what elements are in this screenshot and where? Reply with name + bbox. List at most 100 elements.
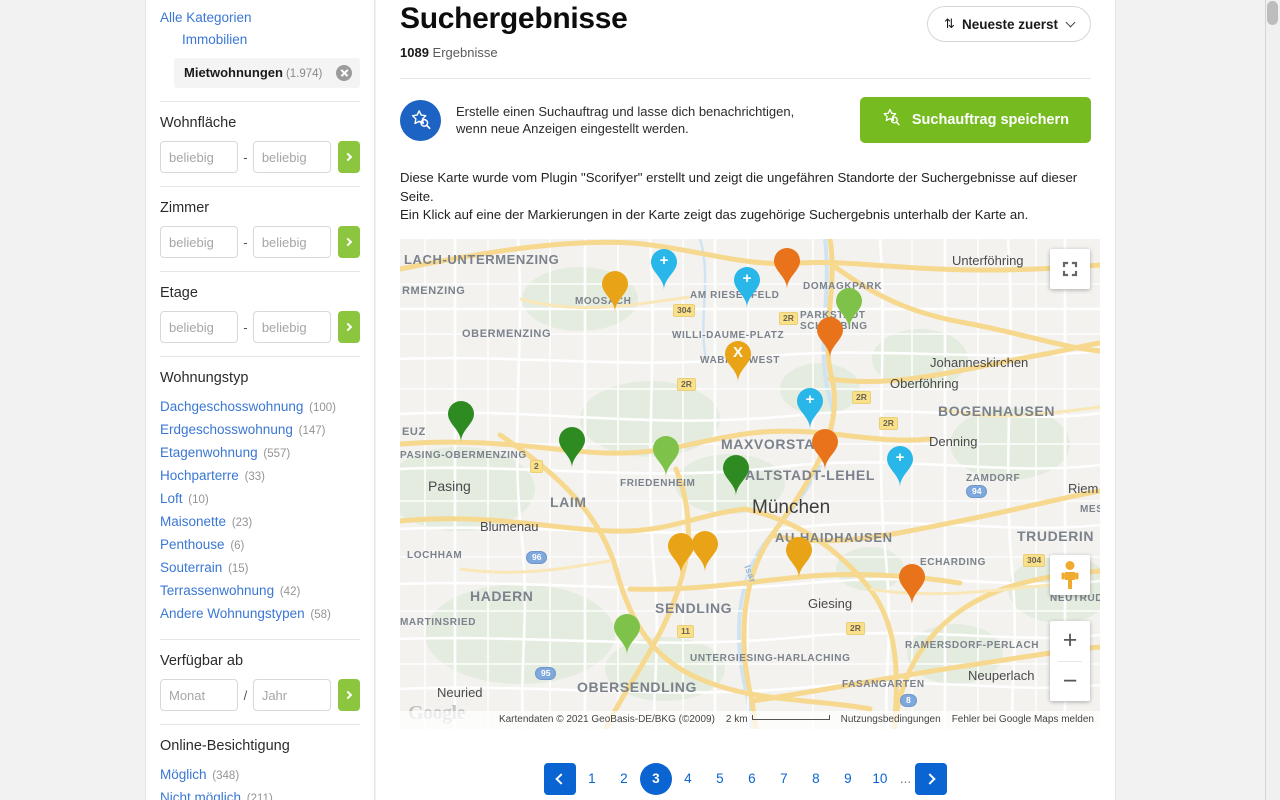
map-marker[interactable]	[690, 530, 720, 572]
verfuegbar-jahr-input[interactable]	[252, 679, 331, 711]
facet-label: Loft	[160, 491, 183, 506]
pagination-prev-button[interactable]	[543, 762, 576, 795]
filter-range-verfuegbar-ab: /	[160, 679, 360, 711]
pagination-page-2[interactable]: 2	[608, 763, 640, 795]
scale-bar-line	[751, 715, 830, 720]
road-shield: 2R	[852, 390, 871, 404]
map-zoom-in-button[interactable]: +	[1050, 621, 1090, 661]
content-inner: Suchergebnisse 1089 Ergebnisse ⇅ Neueste…	[376, 0, 1115, 795]
map-marker[interactable]: +	[795, 387, 825, 429]
facet-andere-wohnungstypen[interactable]: Andere Wohnungstypen (58)	[160, 603, 360, 626]
facet-erdgeschosswohnung[interactable]: Erdgeschosswohnung (147)	[160, 419, 360, 442]
divider	[160, 724, 360, 725]
breadcrumb-alle-kategorien[interactable]: Alle Kategorien	[160, 0, 360, 28]
save-search-button[interactable]: Suchauftrag speichern	[859, 97, 1091, 143]
map-marker-glyph: +	[659, 251, 669, 269]
facet-label: Souterrain	[160, 560, 223, 575]
map-marker[interactable]: +	[885, 445, 915, 487]
breadcrumb-immobilien[interactable]: Immobilien	[160, 28, 360, 50]
map-marker-glyph: +	[742, 269, 752, 287]
pagination-page-1[interactable]: 1	[576, 763, 608, 795]
map-marker[interactable]	[772, 247, 802, 289]
map-street-view-button[interactable]	[1050, 554, 1090, 595]
results-count-word: Ergebnisse	[432, 45, 498, 60]
etage-from-input[interactable]	[160, 311, 238, 343]
zimmer-to-input[interactable]	[252, 226, 331, 258]
map-marker[interactable]: +	[732, 266, 762, 308]
selected-category-label: Mietwohnungen	[184, 65, 283, 80]
main-content: Suchergebnisse 1089 Ergebnisse ⇅ Neueste…	[376, 0, 1116, 800]
map-zoom-out-button[interactable]: −	[1050, 662, 1090, 702]
map-marker[interactable]	[557, 426, 587, 468]
selected-category-chip: Mietwohnungen (1.974)	[174, 58, 360, 88]
pagination-page-6[interactable]: 6	[736, 763, 768, 795]
close-icon[interactable]	[336, 65, 352, 81]
wohnflaeche-apply-button[interactable]	[337, 141, 360, 173]
zimmer-apply-button[interactable]	[337, 226, 360, 258]
pagination-next-button[interactable]	[915, 762, 948, 795]
pagination-page-7[interactable]: 7	[768, 763, 800, 795]
map-marker[interactable]	[600, 270, 630, 312]
map-marker[interactable]: +	[649, 248, 679, 290]
verfuegbar-apply-button[interactable]	[337, 679, 360, 711]
facet-loft[interactable]: Loft (10)	[160, 488, 360, 511]
filter-sidebar: Alle Kategorien Immobilien Mietwohnungen…	[145, 0, 375, 800]
facet-moeglich[interactable]: Möglich (348)	[160, 764, 360, 787]
road-shield: 304	[1023, 553, 1046, 567]
etage-to-input[interactable]	[252, 311, 331, 343]
etage-apply-button[interactable]	[337, 311, 360, 343]
wohnflaeche-to-input[interactable]	[252, 141, 331, 173]
verfuegbar-monat-input[interactable]	[160, 679, 238, 711]
filter-title-zimmer: Zimmer	[160, 200, 210, 216]
road-shield: 2R	[879, 416, 898, 430]
facet-etagenwohnung[interactable]: Etagenwohnung (557)	[160, 442, 360, 465]
facet-souterrain[interactable]: Souterrain (15)	[160, 557, 360, 580]
map-report-error-link[interactable]: Fehler bei Google Maps melden	[952, 714, 1094, 725]
divider	[160, 356, 360, 357]
zimmer-from-input[interactable]	[160, 226, 238, 258]
pagination-page-10[interactable]: 10	[864, 763, 896, 795]
facet-penthouse[interactable]: Penthouse (6)	[160, 534, 360, 557]
facet-maisonette[interactable]: Maisonette (23)	[160, 511, 360, 534]
filter-title-online-besichtigung: Online-Besichtigung	[160, 738, 290, 754]
results-map[interactable]: LACH-UNTERMENZING RMENZING MOOSACH OBERM…	[400, 238, 1100, 729]
map-marker[interactable]	[815, 316, 845, 358]
pagination-page-3[interactable]: 3	[639, 762, 672, 795]
pagination-page-9[interactable]: 9	[832, 763, 864, 795]
map-marker[interactable]	[721, 454, 751, 496]
road-shield: 2	[530, 459, 543, 473]
map-marker[interactable]	[446, 400, 476, 442]
map-fullscreen-button[interactable]	[1050, 248, 1090, 289]
road-shield: 2R	[846, 621, 865, 635]
chevron-right-icon	[343, 152, 353, 162]
pagination-page-8[interactable]: 8	[800, 763, 832, 795]
chevron-right-icon	[343, 690, 353, 700]
facet-count: (348)	[212, 770, 240, 782]
facet-terrassenwohnung[interactable]: Terrassenwohnung (42)	[160, 580, 360, 603]
facet-dachgeschosswohnung[interactable]: Dachgeschosswohnung (100)	[160, 396, 360, 419]
save-search-button-label: Suchauftrag speichern	[911, 112, 1069, 128]
sort-dropdown-button[interactable]: ⇅ Neueste zuerst	[927, 6, 1091, 42]
pagination-page-5[interactable]: 5	[704, 763, 736, 795]
map-terms-link[interactable]: Nutzungsbedingungen	[841, 714, 941, 725]
map-marker[interactable]	[612, 613, 642, 655]
map-marker[interactable]	[651, 435, 681, 477]
facet-hochparterre[interactable]: Hochparterre (33)	[160, 465, 360, 488]
road-shield: 2R	[677, 377, 696, 391]
street-view-pegman-icon	[1061, 560, 1079, 589]
map-marker[interactable]	[897, 563, 927, 605]
facet-count: (10)	[188, 494, 209, 506]
page-scrollbar[interactable]	[1265, 0, 1280, 800]
wohnflaeche-from-input[interactable]	[160, 141, 238, 173]
map-marker[interactable]	[810, 428, 840, 470]
facet-label: Andere Wohnungstypen	[160, 606, 305, 621]
pagination-page-4[interactable]: 4	[672, 763, 704, 795]
map-marker[interactable]	[784, 536, 814, 578]
page-scrollbar-thumb[interactable]	[1267, 1, 1278, 25]
facet-nicht-moeglich[interactable]: Nicht möglich (211)	[160, 787, 360, 800]
map-zoom-controls: + −	[1050, 620, 1090, 702]
map-attribution-bar: Kartendaten © 2021 GeoBasis-DE/BKG (©200…	[400, 710, 1100, 729]
facet-label: Terrassenwohnung	[160, 583, 275, 598]
map-marker-glyph: X	[732, 343, 743, 361]
map-marker[interactable]: X	[723, 340, 753, 382]
